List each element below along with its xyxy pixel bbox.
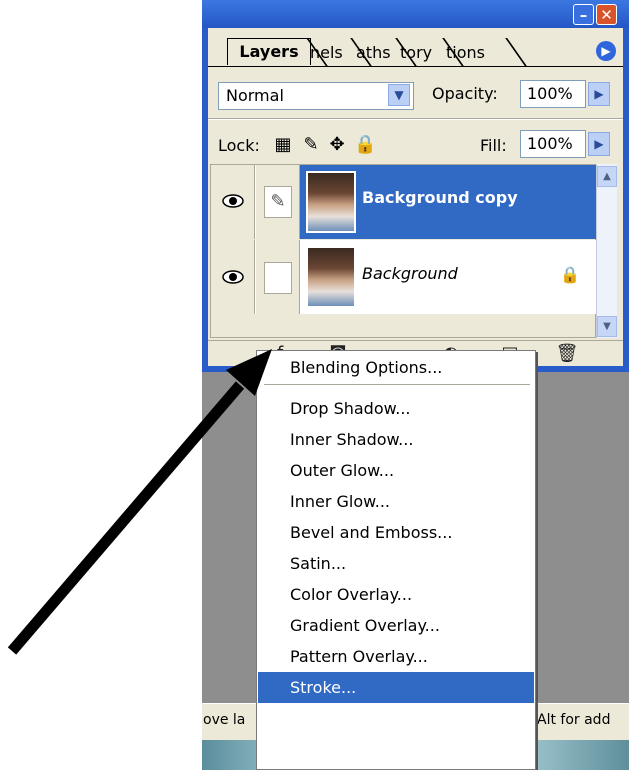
lock-label: Lock: <box>218 136 260 155</box>
lock-image-icon[interactable]: ✎ <box>300 134 322 156</box>
panel-titlebar[interactable] <box>202 0 629 28</box>
status-text-right: Alt for add <box>537 712 611 728</box>
lock-icon: 🔒 <box>560 265 580 284</box>
opacity-label: Opacity: <box>432 84 498 103</box>
tab-channels[interactable]: nels <box>310 40 352 66</box>
eye-icon[interactable] <box>222 194 244 208</box>
menu-item-blending-options[interactable]: Blending Options... <box>258 352 534 383</box>
menu-item-outer-glow[interactable]: Outer Glow... <box>258 455 534 486</box>
minimize-button[interactable]: – <box>573 4 594 25</box>
fill-slider-button[interactable]: ▶ <box>588 132 610 156</box>
lock-all-icon[interactable]: 🔒 <box>354 134 376 156</box>
layer-name[interactable]: Background <box>362 264 458 283</box>
menu-item-gradient-overlay[interactable]: Gradient Overlay... <box>258 610 534 641</box>
layer-name[interactable]: Background copy <box>362 188 518 207</box>
lock-position-icon[interactable]: ✥ <box>326 134 348 156</box>
menu-item-stroke[interactable]: Stroke... <box>258 672 534 703</box>
tab-actions[interactable]: tions <box>446 40 498 66</box>
menu-item-drop-shadow[interactable]: Drop Shadow... <box>258 393 534 424</box>
opacity-field[interactable]: 100% <box>520 80 586 108</box>
menu-item-inner-shadow[interactable]: Inner Shadow... <box>258 424 534 455</box>
chevron-down-icon[interactable]: ▼ <box>388 84 410 106</box>
close-button[interactable]: ✕ <box>596 4 617 25</box>
fill-label: Fill: <box>480 136 507 155</box>
tab-layers[interactable]: Layers <box>227 38 311 65</box>
blend-mode-value: Normal <box>226 86 284 105</box>
divider <box>208 118 623 120</box>
eye-icon[interactable] <box>222 270 244 284</box>
brush-icon: ✎ <box>264 186 292 218</box>
tab-paths[interactable]: aths <box>356 40 398 66</box>
menu-separator <box>264 384 530 386</box>
layer-thumbnail <box>306 171 356 233</box>
tab-underline <box>208 66 623 67</box>
menu-item-inner-glow[interactable]: Inner Glow... <box>258 486 534 517</box>
menu-item-pattern-overlay[interactable]: Pattern Overlay... <box>258 641 534 672</box>
layer-thumbnail <box>306 246 356 308</box>
scroll-down-button[interactable]: ▼ <box>597 316 617 337</box>
scroll-up-button[interactable]: ▲ <box>597 166 617 187</box>
status-text-left: ove la <box>203 712 246 728</box>
menu-item-bevel-emboss[interactable]: Bevel and Emboss... <box>258 517 534 548</box>
menu-item-satin[interactable]: Satin... <box>258 548 534 579</box>
opacity-slider-button[interactable]: ▶ <box>588 82 610 106</box>
menu-item-color-overlay[interactable]: Color Overlay... <box>258 579 534 610</box>
layers-scrollbar[interactable] <box>596 164 617 338</box>
lock-transparency-icon[interactable]: ▦ <box>272 134 294 156</box>
tab-history[interactable]: tory <box>400 40 442 66</box>
panel-menu-button[interactable]: ▶ <box>596 41 616 61</box>
trash-icon[interactable]: 🗑 <box>554 343 580 365</box>
empty-link-box <box>264 262 292 294</box>
fill-field[interactable]: 100% <box>520 130 586 158</box>
